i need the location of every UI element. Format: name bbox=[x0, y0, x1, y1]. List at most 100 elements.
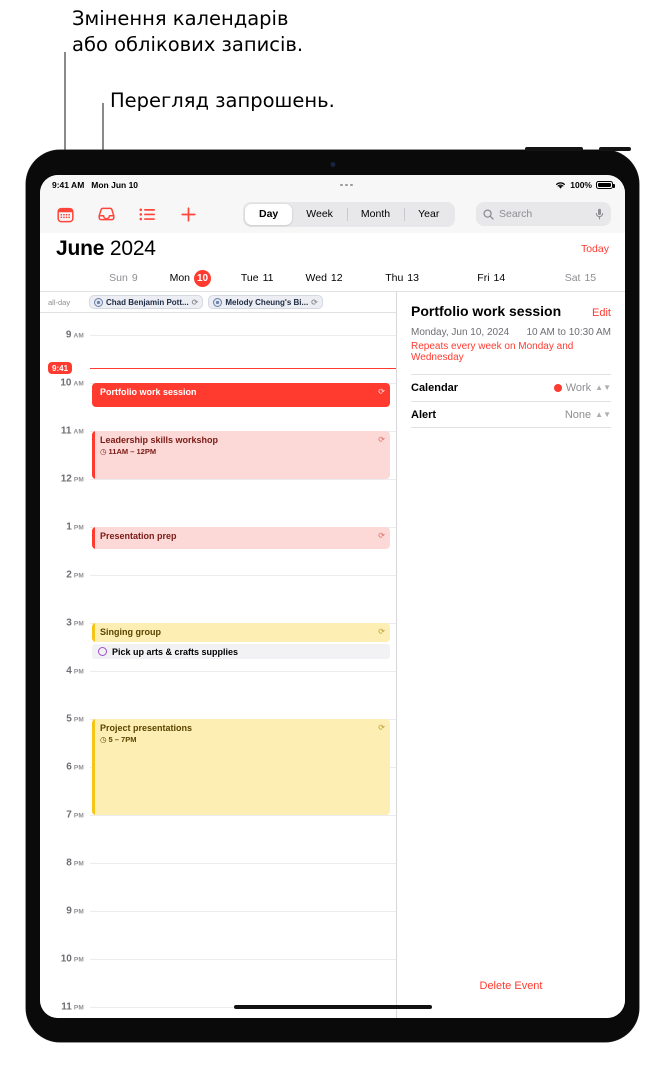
event-portfolio-work-session[interactable]: Portfolio work session ⟳ bbox=[92, 383, 390, 407]
callout-calendars: Змінення календарів або облікових записі… bbox=[72, 7, 304, 56]
detail-header: Portfolio work session Edit Monday, Jun … bbox=[397, 292, 625, 363]
event-time: ◷ 11AM – 12PM bbox=[100, 447, 157, 456]
hour-label-5pm: 5 PM bbox=[66, 713, 84, 725]
day-cell-mon[interactable]: Mon 10 bbox=[157, 269, 224, 287]
event-title: Presentation prep bbox=[100, 531, 177, 541]
reminder-title: Pick up arts & crafts supplies bbox=[112, 646, 239, 657]
home-indicator[interactable] bbox=[233, 1005, 432, 1009]
event-leadership-skills-workshop[interactable]: Leadership skills workshop ◷ 11AM – 12PM… bbox=[92, 431, 390, 479]
today-button[interactable]: Today bbox=[581, 243, 609, 255]
day-cell-tue[interactable]: Tue 11 bbox=[224, 270, 291, 287]
search-input[interactable]: Search bbox=[476, 202, 611, 226]
day-weekday: Sun bbox=[109, 272, 128, 284]
all-day-event-title: Chad Benjamin Pott... bbox=[106, 297, 189, 307]
chevron-updown-icon[interactable]: ▲▼ bbox=[595, 410, 611, 419]
invitee-icon bbox=[213, 297, 223, 307]
day-weekday: Thu bbox=[385, 272, 404, 284]
reminder-circle-icon[interactable] bbox=[98, 647, 107, 656]
detail-title: Portfolio work session bbox=[411, 303, 562, 319]
detail-date: Monday, Jun 10, 2024 bbox=[411, 327, 510, 338]
repeat-icon: ⟳ bbox=[378, 387, 385, 396]
hour-label-10am: 10 AM bbox=[60, 377, 84, 389]
status-date: Mon Jun 10 bbox=[91, 180, 139, 190]
hour-label-10pm: 10 PM bbox=[60, 953, 84, 965]
day-weekday: Mon bbox=[169, 272, 191, 284]
event-time: ◷ 5 – 7PM bbox=[100, 735, 137, 744]
hour-label-6pm: 6 PM bbox=[66, 761, 84, 773]
event-singing-group[interactable]: Singing group ⟳ bbox=[92, 623, 390, 642]
edit-button[interactable]: Edit bbox=[592, 307, 611, 319]
power-button[interactable] bbox=[525, 147, 583, 151]
tab-month[interactable]: Month bbox=[346, 204, 404, 225]
invitee-icon bbox=[94, 297, 103, 307]
day-weekday: Wed bbox=[305, 272, 327, 284]
event-presentation-prep[interactable]: Presentation prep ⟳ bbox=[92, 527, 390, 549]
delete-event-button[interactable]: Delete Event bbox=[397, 980, 625, 1018]
year-label: 2024 bbox=[109, 237, 156, 260]
calendars-icon[interactable] bbox=[54, 203, 76, 225]
day-number: 13 bbox=[407, 272, 419, 284]
day-cell-sat[interactable]: Sat 15 bbox=[536, 272, 625, 284]
detail-rows: Calendar Work ▲▼ Alert None ▲▼ bbox=[397, 374, 625, 428]
status-bar: 9:41 AM Mon Jun 10 100% bbox=[40, 175, 625, 195]
wifi-icon bbox=[555, 181, 566, 190]
clock-icon: ◷ bbox=[100, 447, 107, 456]
month-title-row: June 2024 Today bbox=[40, 233, 625, 265]
tab-week[interactable]: Week bbox=[292, 204, 347, 225]
hour-label-9pm: 9 PM bbox=[66, 905, 84, 917]
hour-label-2pm: 2 PM bbox=[66, 569, 84, 581]
day-cell-thu[interactable]: Thu 13 bbox=[358, 272, 447, 284]
view-segmented-control[interactable]: Day Week Month Year bbox=[243, 201, 456, 227]
day-number: 11 bbox=[262, 272, 274, 284]
callout-invitations: Перегляд запрошень. bbox=[110, 89, 335, 112]
event-title: Project presentations bbox=[100, 723, 193, 733]
volume-button[interactable] bbox=[599, 147, 631, 151]
tab-day[interactable]: Day bbox=[245, 203, 293, 225]
day-view-pane: all-day Chad Benjamin Pott... ⟳ Melody C… bbox=[40, 292, 397, 1018]
hour-label-11pm: 11 PM bbox=[61, 1001, 84, 1013]
hour-label-1pm: 1 PM bbox=[66, 521, 84, 533]
all-day-event-2[interactable]: Melody Cheung's Bi... ⟳ bbox=[208, 295, 323, 309]
add-event-icon[interactable] bbox=[177, 203, 199, 225]
day-cell-fri[interactable]: Fri 14 bbox=[447, 272, 536, 284]
battery-icon bbox=[596, 180, 615, 190]
chevron-updown-icon[interactable]: ▲▼ bbox=[595, 384, 611, 392]
inbox-icon[interactable] bbox=[95, 203, 117, 225]
hour-label-7pm: 7 PM bbox=[66, 809, 84, 821]
ipad-device-frame: 9:41 AM Mon Jun 10 100% Day Week Month Y… bbox=[26, 147, 639, 1042]
day-number: 9 bbox=[131, 272, 138, 284]
all-day-event-1[interactable]: Chad Benjamin Pott... ⟳ bbox=[89, 295, 204, 309]
day-weekday: Tue bbox=[240, 272, 259, 284]
day-number-selected: 10 bbox=[194, 269, 212, 287]
event-title: Singing group bbox=[100, 627, 161, 637]
ipad-screen: 9:41 AM Mon Jun 10 100% Day Week Month Y… bbox=[40, 175, 625, 1018]
event-project-presentations[interactable]: Project presentations ◷ 5 – 7PM ⟳ bbox=[92, 719, 390, 815]
detail-row-calendar[interactable]: Calendar Work ▲▼ bbox=[411, 374, 611, 401]
hour-label-12pm: 12 PM bbox=[60, 473, 84, 485]
detail-row-value: Work ▲▼ bbox=[553, 382, 611, 394]
timeline-grid[interactable]: 9 AM 10 AM 11 AM 12 PM 1 PM 2 PM 3 PM 4 … bbox=[40, 313, 396, 1018]
month-label: June bbox=[56, 237, 105, 260]
detail-row-value: None ▲▼ bbox=[564, 408, 611, 421]
status-time: 9:41 AM bbox=[52, 180, 85, 190]
detail-row-alert[interactable]: Alert None ▲▼ bbox=[411, 401, 611, 428]
reminder-pick-up-supplies[interactable]: Pick up arts & crafts supplies bbox=[92, 644, 390, 659]
hour-label-9am: 9 AM bbox=[65, 329, 84, 341]
detail-row-label: Calendar bbox=[411, 382, 459, 394]
search-placeholder: Search bbox=[499, 208, 533, 220]
week-day-strip: Sun 9 Mon 10 Tue 11 Wed 12 Thu 13 Fri 14… bbox=[40, 265, 625, 292]
microphone-icon[interactable] bbox=[595, 208, 604, 220]
detail-row-label: Alert bbox=[411, 408, 437, 421]
day-cell-sun[interactable]: Sun 9 bbox=[90, 270, 157, 287]
current-time-badge: 9:41 bbox=[48, 362, 73, 374]
all-day-label: all-day bbox=[48, 297, 71, 307]
hour-label-3pm: 3 PM bbox=[66, 617, 84, 629]
detail-repeat: Repeats every week on Monday and Wednesd… bbox=[411, 341, 574, 363]
more-dots-icon[interactable] bbox=[340, 183, 353, 187]
repeat-icon: ⟳ bbox=[191, 297, 199, 307]
day-cell-wed[interactable]: Wed 12 bbox=[291, 270, 358, 287]
tab-year[interactable]: Year bbox=[404, 204, 453, 225]
list-icon[interactable] bbox=[136, 203, 158, 225]
screenshot-root: Змінення календарів або облікових записі… bbox=[0, 0, 665, 1067]
day-weekday: Sat bbox=[564, 272, 581, 284]
